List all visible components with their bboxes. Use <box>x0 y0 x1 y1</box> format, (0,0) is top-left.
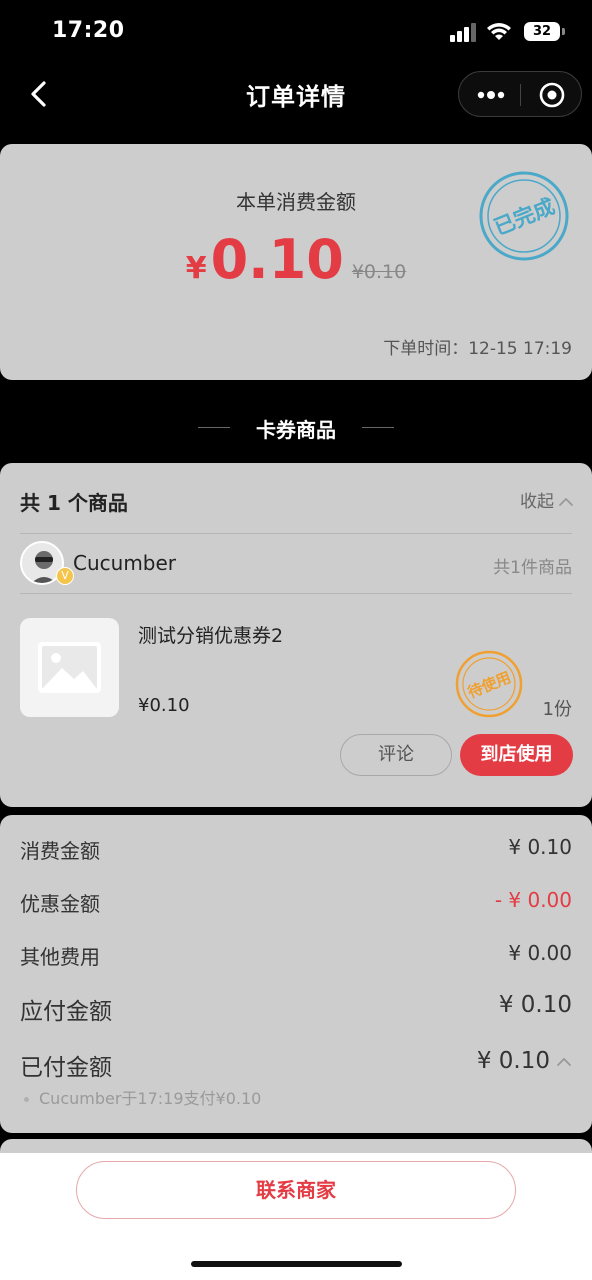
store-name[interactable]: Cucumber <box>73 551 176 575</box>
paid-amount-label: 已付金额 <box>20 1055 112 1081</box>
battery-icon: 32 <box>524 22 565 41</box>
product-thumbnail[interactable] <box>20 618 119 717</box>
payable-amount-row: 应付金额 ¥ 0.10 <box>20 992 572 1025</box>
order-time: 下单时间：12-15 17:19 <box>383 334 572 359</box>
order-time-label: 下单时间： <box>383 339 469 359</box>
paid-amount-value: ¥ 0.10 <box>476 1048 550 1074</box>
consumption-amount-row: 消费金额 ¥ 0.10 <box>20 835 572 865</box>
fees-card: 消费金额 ¥ 0.10 优惠金额 - ¥ 0.00 其他费用 ¥ 0.00 应付… <box>0 815 592 1133</box>
collapse-toggle[interactable]: 收起 <box>520 487 574 512</box>
divider-line-right <box>362 427 394 428</box>
capsule-divider <box>520 84 521 106</box>
chevron-up-icon[interactable] <box>556 1056 572 1068</box>
bottom-action-bar: 联系商家 <box>0 1153 592 1280</box>
payment-note: Cucumber于17:19支付¥0.10 <box>24 1085 261 1109</box>
bullet-dot <box>24 1097 29 1102</box>
pending-use-stamp-icon: 待使用 <box>455 650 523 718</box>
pending-stamp-text: 待使用 <box>465 668 513 702</box>
other-fees-row: 其他费用 ¥ 0.00 <box>20 941 572 971</box>
status-icons: 32 <box>432 20 565 46</box>
section-title: 卡券商品 <box>256 418 336 442</box>
cellular-signal-icon <box>450 22 478 42</box>
mini-program-capsule <box>458 71 582 117</box>
store-item-count: 共1件商品 <box>493 558 572 578</box>
status-time: 17:20 <box>52 18 125 43</box>
other-fees-value: ¥ 0.00 <box>508 941 572 965</box>
divider <box>20 533 572 534</box>
product-quantity: 1份 <box>542 699 572 720</box>
status-bar: 17:20 32 <box>0 0 592 66</box>
paid-amount-value-wrap: ¥ 0.10 <box>477 1048 572 1074</box>
order-detail-page: 17:20 32 订单详情 本单消费金额 ¥0.10 ¥0.10 下单时间：12… <box>0 0 592 1280</box>
paid-amount-row[interactable]: 已付金额 ¥ 0.10 <box>20 1048 572 1081</box>
collapse-label: 收起 <box>520 492 554 512</box>
consumption-amount-label: 消费金额 <box>20 839 100 863</box>
contact-merchant-button[interactable]: 联系商家 <box>76 1161 516 1219</box>
more-menu-button[interactable] <box>473 80 509 110</box>
payment-note-text: Cucumber于17:19支付¥0.10 <box>39 1089 262 1108</box>
divider <box>20 593 572 594</box>
section-divider: 卡券商品 <box>0 412 592 444</box>
discount-amount-value: - ¥ 0.00 <box>494 888 572 912</box>
consumption-amount-value: ¥ 0.10 <box>508 835 572 859</box>
discount-amount-row: 优惠金额 - ¥ 0.00 <box>20 888 572 918</box>
payable-amount-label: 应付金额 <box>20 999 112 1025</box>
other-fees-label: 其他费用 <box>20 945 100 969</box>
completed-stamp-icon: 已完成 <box>479 171 569 261</box>
amount-value: 0.10 <box>210 228 344 291</box>
chevron-up-icon <box>559 498 573 506</box>
home-indicator[interactable] <box>191 1261 402 1267</box>
products-card: 共 1 个商品 收起 V Cucumber 共1件商品 测试分销优惠券2 ¥0.… <box>0 463 592 807</box>
wifi-icon <box>487 23 511 40</box>
close-mini-program-button[interactable] <box>535 80 569 110</box>
product-name[interactable]: 测试分销优惠券2 <box>138 621 283 648</box>
products-count: 共 1 个商品 <box>20 491 128 515</box>
product-price: ¥0.10 <box>138 695 190 716</box>
discount-amount-label: 优惠金额 <box>20 892 100 916</box>
payable-amount-value: ¥ 0.10 <box>498 992 572 1018</box>
original-amount: ¥0.10 <box>351 261 407 283</box>
image-placeholder-icon <box>38 642 101 693</box>
completed-stamp-text: 已完成 <box>491 194 558 240</box>
use-in-store-button[interactable]: 到店使用 <box>460 734 573 776</box>
review-button[interactable]: 评论 <box>340 734 452 776</box>
order-summary-card: 本单消费金额 ¥0.10 ¥0.10 下单时间：12-15 17:19 已完成 <box>0 144 592 380</box>
amount-currency: ¥ <box>185 251 207 286</box>
vip-badge: V <box>56 567 74 585</box>
order-time-value: 12-15 17:19 <box>468 339 572 359</box>
nav-bar: 订单详情 <box>0 66 592 122</box>
